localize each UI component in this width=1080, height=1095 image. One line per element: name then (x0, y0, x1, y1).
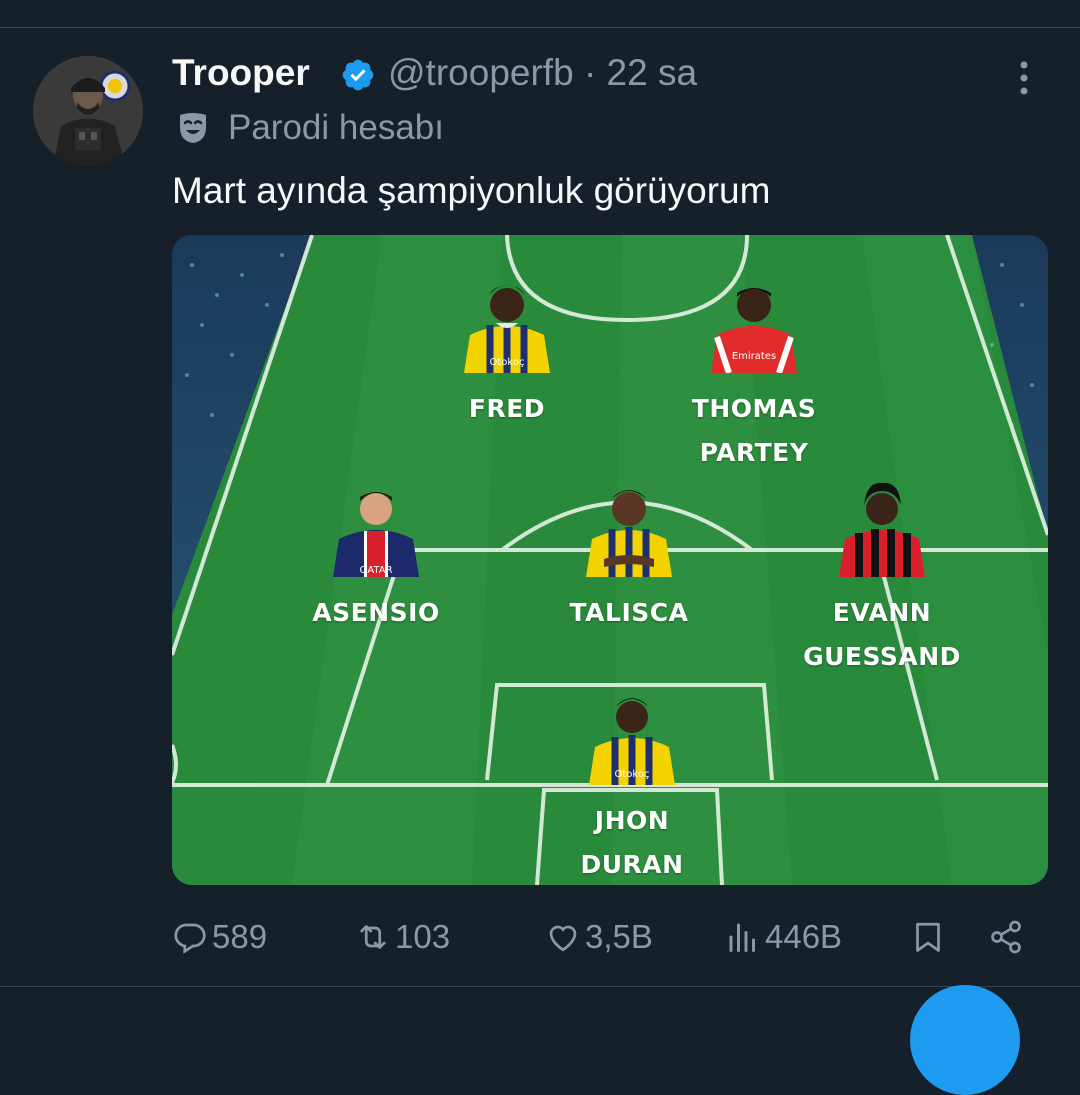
player-photo (586, 490, 672, 577)
player-name-line2: PARTEY (699, 438, 809, 467)
kit-sponsor-text: QATAR (359, 565, 392, 576)
tweet-time[interactable]: 22 sa (607, 52, 698, 93)
verified-badge-icon (342, 59, 374, 91)
author-avatar[interactable] (33, 56, 143, 166)
like-count: 3,5B (585, 918, 653, 955)
player-card[interactable]: TALISCA (529, 477, 729, 635)
author-name[interactable]: Trooper (172, 52, 310, 94)
views-chart-icon (729, 923, 755, 952)
share-icon (991, 920, 1021, 954)
share-button[interactable] (988, 912, 1028, 962)
views-button[interactable]: 446B (725, 912, 842, 962)
kit-sponsor-text: Otokoç (615, 769, 650, 780)
bookmark-button[interactable] (910, 912, 950, 962)
player-name: ASENSIO (312, 598, 440, 627)
player-photo: Otokoç (464, 285, 550, 373)
player-name: EVANN (832, 598, 932, 627)
author-handle[interactable]: @trooperfb (388, 52, 574, 93)
bookmark-icon (916, 922, 940, 952)
player-name: FRED (468, 394, 546, 423)
player-card[interactable]: EVANN GUESSAND (782, 477, 982, 679)
compose-button[interactable] (910, 985, 1020, 1095)
like-button[interactable]: 3,5B (545, 912, 653, 962)
player-name: JHON (594, 806, 670, 835)
player-card[interactable]: QATAR ASENSIO (276, 477, 476, 635)
player-name-line2: DURAN (580, 850, 684, 879)
player-name-line2: GUESSAND (803, 642, 961, 671)
player-photo (839, 482, 925, 577)
parody-mask-icon (180, 113, 206, 143)
author-handle-and-time[interactable]: @trooperfb · 22 sa (388, 52, 697, 94)
repost-count: 103 (395, 918, 451, 955)
heart-icon (549, 925, 577, 952)
player-card[interactable]: Otokoç JHON DURAN (532, 685, 732, 885)
repost-icon (360, 925, 386, 949)
tweet-action-bar: 589 103 3,5B 446B (0, 912, 1080, 962)
reply-icon (174, 923, 206, 954)
repost-button[interactable]: 103 (355, 912, 450, 962)
player-photo: QATAR (333, 492, 419, 577)
player-name: TALISCA (569, 598, 689, 627)
more-vertical-icon[interactable] (1008, 58, 1040, 98)
player-card[interactable]: Otokoç FRED (407, 273, 607, 431)
bottom-divider (0, 986, 1080, 987)
kit-sponsor-text: Otokoç (490, 357, 525, 368)
player-name: THOMAS (691, 394, 817, 423)
top-divider (0, 27, 1080, 28)
reply-count: 589 (212, 918, 268, 955)
player-photo: Emirates (711, 288, 797, 373)
parody-account-label: Parodi hesabı (228, 108, 444, 147)
tweet-text: Mart ayında şampiyonluk görüyorum (172, 170, 771, 211)
views-count: 446B (765, 918, 843, 955)
player-card[interactable]: Emirates THOMAS PARTEY (654, 273, 854, 475)
reply-button[interactable]: 589 (172, 912, 267, 962)
tweet-media-image[interactable]: Otokoç FRED Emirates THOMAS PARTEY QATAR… (172, 235, 1048, 885)
kit-sponsor-text: Emirates (732, 351, 776, 362)
player-photo: Otokoç (589, 698, 675, 785)
separator-dot: · (583, 52, 597, 93)
